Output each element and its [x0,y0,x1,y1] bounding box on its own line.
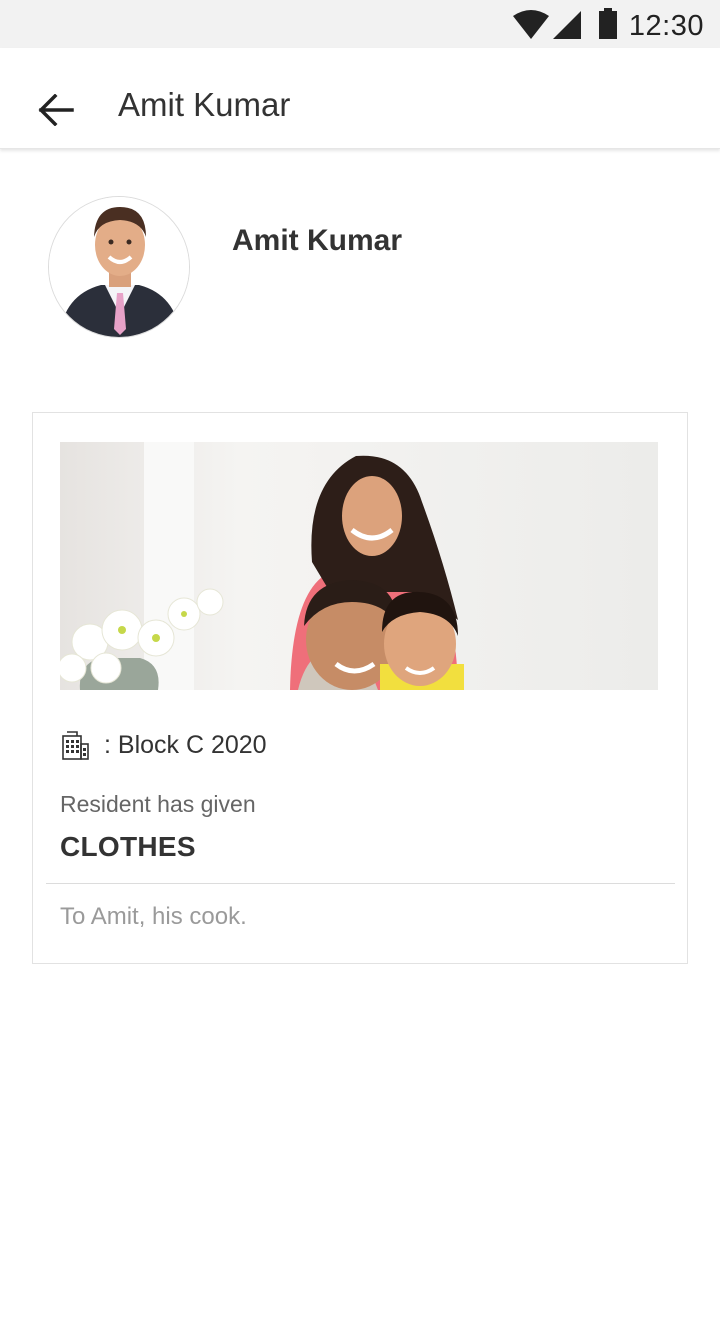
avatar [48,196,190,338]
donation-note: To Amit, his cook. [60,903,247,930]
profile-name: Amit Kumar [232,224,403,257]
wifi-icon [513,10,549,39]
donated-item: CLOTHES [60,831,196,862]
status-bar: 12:30 [0,0,720,48]
block-label: : Block C 2020 [104,730,267,759]
building-icon [62,731,89,760]
cellular-signal-icon [553,11,581,39]
given-label: Resident has given [60,791,256,817]
arrow-left-icon [38,94,74,126]
family-photo-illustration [60,442,658,690]
battery-icon [599,8,617,39]
card-divider [46,883,675,884]
block-row: : Block C 2020 [60,727,267,763]
app-bar: Amit Kumar [0,48,720,149]
donation-card[interactable]: : Block C 2020 Resident has given CLOTHE… [32,412,688,964]
status-time: 12:30 [628,10,704,42]
family-photo [60,442,658,690]
avatar-photo [49,197,189,337]
page-title: Amit Kumar [118,86,291,123]
back-button[interactable] [24,78,88,142]
